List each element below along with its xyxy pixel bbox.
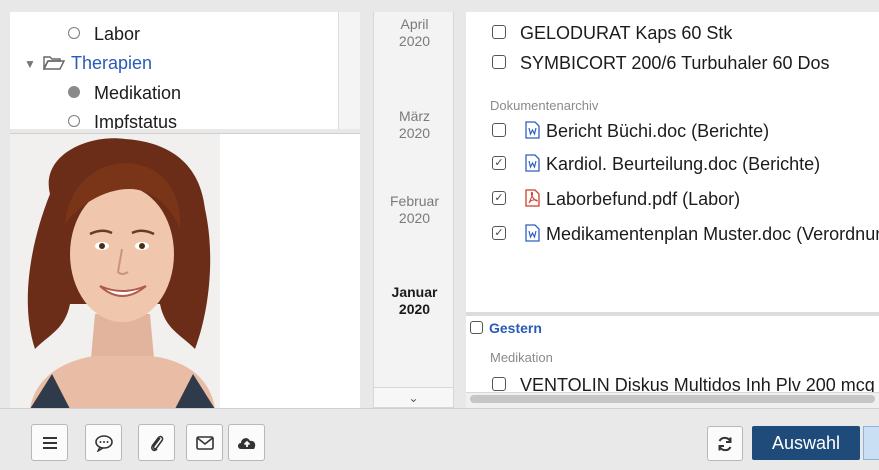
timeline-month-januar[interactable]: Januar 2020 xyxy=(374,284,455,318)
radio-empty-icon xyxy=(68,27,80,40)
checkbox-checked[interactable]: ✓ xyxy=(492,191,506,206)
navigation-tree: Labor ▼ Therapien Medikation Impfstatus xyxy=(10,12,360,129)
section-header-gestern[interactable]: Gestern xyxy=(470,319,542,337)
pdf-document-icon xyxy=(525,189,540,207)
checkbox-checked[interactable]: ✓ xyxy=(492,156,506,171)
document-row[interactable]: ✓ Kardiol. Beurteilung.doc (Berichte) xyxy=(492,149,820,179)
patient-photo xyxy=(10,134,220,408)
month-name: März xyxy=(398,108,431,124)
checkbox[interactable] xyxy=(492,55,506,70)
timeline-month-maerz[interactable]: März 2020 xyxy=(374,108,455,142)
tree-scrollbar[interactable] xyxy=(338,12,360,129)
document-label: Laborbefund.pdf (Labor) xyxy=(546,189,741,209)
refresh-button[interactable] xyxy=(707,426,743,461)
tree-item-medikation[interactable]: Medikation xyxy=(68,80,181,106)
word-document-icon xyxy=(525,121,540,139)
radio-filled-icon xyxy=(68,86,80,99)
refresh-icon xyxy=(718,436,732,451)
word-document-icon xyxy=(525,154,540,172)
auswahl-button[interactable]: Auswahl xyxy=(752,426,860,460)
tree-item-label: Impfstatus xyxy=(94,112,178,129)
month-name: Februar xyxy=(389,193,440,209)
documents-panel: GELODURAT Kaps 60 Stk SYMBICORT 200/6 Tu… xyxy=(466,12,879,312)
section-label-medikation: Medikation xyxy=(490,350,553,365)
mail-icon xyxy=(195,435,214,450)
menu-icon xyxy=(42,436,57,449)
checkbox[interactable] xyxy=(492,123,506,138)
attach-button[interactable] xyxy=(138,424,175,461)
paperclip-icon xyxy=(150,435,163,451)
documents-panel-gestern: Gestern Medikation VENTOLIN Diskus Multi… xyxy=(466,316,879,392)
radio-empty-icon xyxy=(68,115,80,128)
checkbox[interactable] xyxy=(492,25,506,40)
bottom-toolbar xyxy=(0,408,879,470)
checkbox[interactable] xyxy=(470,320,483,334)
month-year: 2020 xyxy=(398,301,431,317)
document-row[interactable]: VENTOLIN Diskus Multidos Inh Plv 200 mcg xyxy=(492,370,875,392)
scrollbar-thumb[interactable] xyxy=(470,395,875,403)
document-label: Kardiol. Beurteilung.doc (Berichte) xyxy=(546,154,821,174)
checkbox[interactable] xyxy=(492,377,506,392)
document-label: VENTOLIN Diskus Multidos Inh Plv 200 mcg xyxy=(520,375,875,392)
cloud-upload-button[interactable] xyxy=(228,424,265,461)
month-year: 2020 xyxy=(398,125,431,141)
word-document-icon xyxy=(525,224,540,242)
checkbox-checked[interactable]: ✓ xyxy=(492,226,506,241)
document-label: SYMBICORT 200/6 Turbuhaler 60 Dos xyxy=(520,53,830,73)
cloud-upload-icon xyxy=(237,437,255,449)
tree-item-impfstatus[interactable]: Impfstatus xyxy=(68,109,177,129)
document-row[interactable]: GELODURAT Kaps 60 Stk xyxy=(492,18,732,48)
month-name: Januar xyxy=(391,284,438,300)
comment-icon xyxy=(94,434,113,452)
document-row[interactable]: ✓ Laborbefund.pdf (Labor) xyxy=(492,184,740,214)
chevron-down-icon: ⌄ xyxy=(408,391,419,405)
timeline-month-april[interactable]: April 2020 xyxy=(374,16,455,50)
folder-open-icon xyxy=(42,56,66,71)
month-year: 2020 xyxy=(398,33,431,49)
partial-button[interactable] xyxy=(863,426,879,460)
timeline-month-februar[interactable]: Februar 2020 xyxy=(374,193,455,227)
timeline-scroll-down-button[interactable]: ⌄ xyxy=(373,387,454,408)
comment-button[interactable] xyxy=(85,424,122,461)
patient-photo-panel xyxy=(10,133,360,408)
tree-item-labor[interactable]: Labor xyxy=(68,21,140,47)
mail-button[interactable] xyxy=(186,424,223,461)
document-label: Bericht Büchi.doc (Berichte) xyxy=(546,121,770,141)
tree-item-label: Therapien xyxy=(71,53,153,73)
document-label: Medikamentenplan Muster.doc (Verordnunge… xyxy=(546,224,879,244)
document-row[interactable]: SYMBICORT 200/6 Turbuhaler 60 Dos xyxy=(492,48,830,78)
document-row[interactable]: Bericht Büchi.doc (Berichte) xyxy=(492,116,769,146)
document-label: GELODURAT Kaps 60 Stk xyxy=(520,23,733,43)
tree-item-therapien[interactable]: ▼ Therapien xyxy=(24,50,152,76)
month-year: 2020 xyxy=(398,210,431,226)
disclosure-triangle-icon[interactable]: ▼ xyxy=(24,51,38,77)
section-header-label: Gestern xyxy=(489,320,542,336)
timeline-panel: April 2020 März 2020 Februar 2020 Januar… xyxy=(373,12,454,387)
document-row[interactable]: ✓ Medikamentenplan Muster.doc (Verordnun… xyxy=(492,219,879,249)
month-name: April xyxy=(400,16,429,32)
section-label-dokumentenarchiv: Dokumentenarchiv xyxy=(490,98,599,113)
tree-item-label: Labor xyxy=(94,24,141,44)
tree-item-label: Medikation xyxy=(94,83,182,103)
menu-button[interactable] xyxy=(31,424,68,461)
